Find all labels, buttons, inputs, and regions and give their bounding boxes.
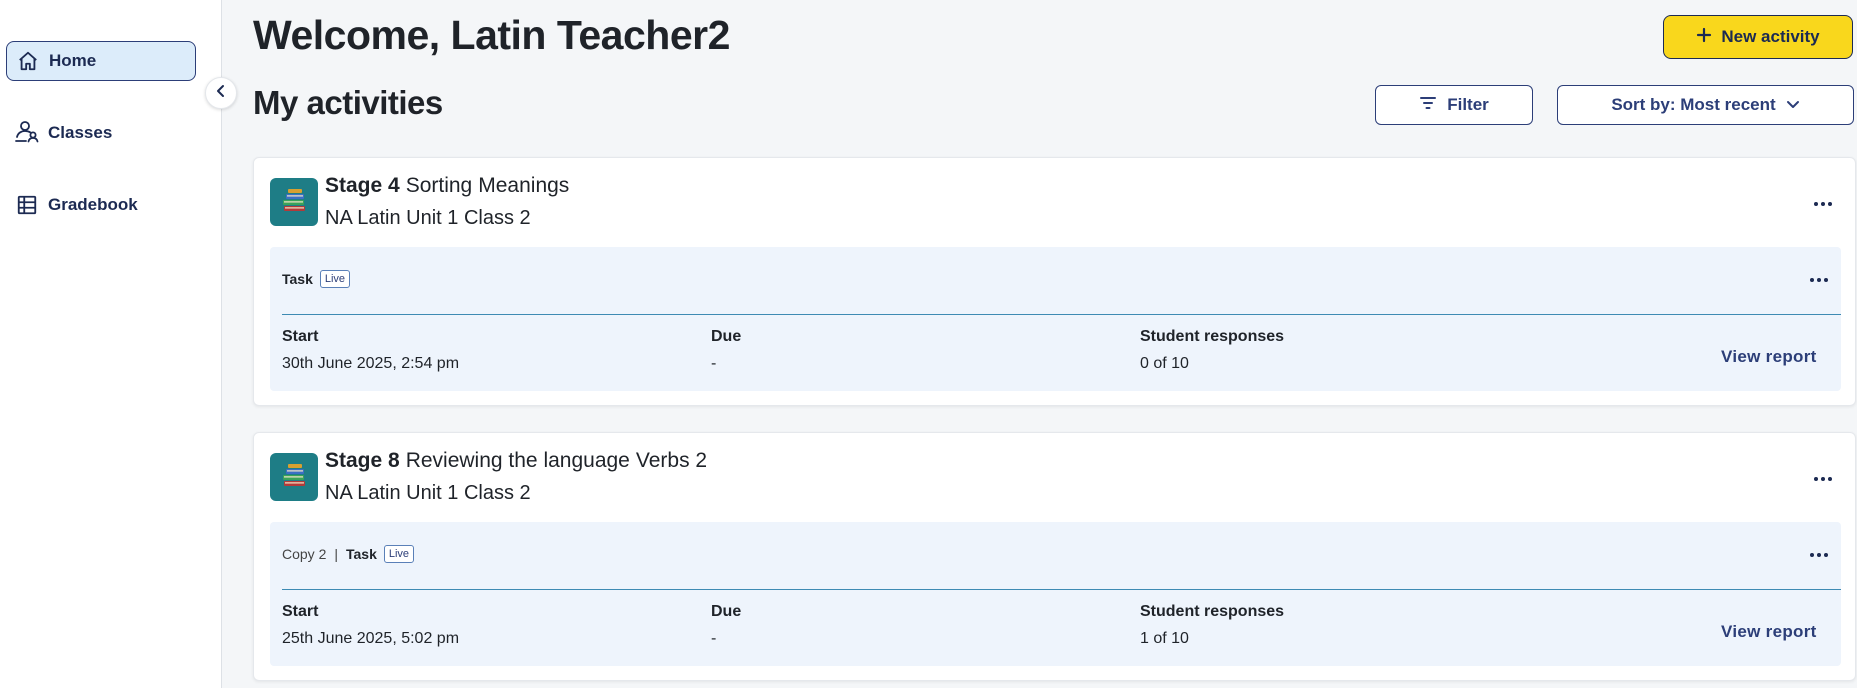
divider — [282, 314, 1841, 315]
main-content: Welcome, Latin Teacher2 New activity My … — [223, 0, 1857, 688]
classes-icon — [14, 120, 40, 146]
responses-column: Student responses 1 of 10 — [1140, 603, 1284, 648]
due-label: Due — [711, 328, 742, 345]
view-report-link[interactable]: View report — [1721, 622, 1817, 642]
activity-stage: Stage 4 — [325, 174, 400, 197]
sidebar-item-label: Classes — [48, 123, 113, 142]
sidebar-item-label: Gradebook — [48, 195, 138, 214]
activity-thumbnail — [270, 178, 318, 226]
sidebar-item-home[interactable]: Home — [6, 41, 196, 81]
start-value: 25th June 2025, 5:02 pm — [282, 630, 460, 647]
chevron-left-icon — [214, 84, 228, 103]
activity-card: Stage 8 Reviewing the language Verbs 2 NA … — [253, 432, 1856, 681]
activity-thumbnail — [270, 453, 318, 501]
section-title: My activities — [253, 84, 443, 121]
activity-tagline: Copy 2 | Task Live — [282, 542, 415, 566]
status-badge: Live — [319, 270, 351, 288]
chevron-down-icon — [1786, 95, 1800, 115]
filter-button[interactable]: Filter — [1375, 85, 1533, 125]
activity-stage: Stage 8 — [325, 449, 400, 472]
start-column: Start 30th June 2025, 2:54 pm — [282, 328, 459, 373]
home-icon — [15, 48, 41, 74]
page-title: Welcome, Latin Teacher2 — [253, 12, 730, 58]
responses-value: 0 of 10 — [1140, 355, 1189, 372]
separator: | — [334, 546, 338, 562]
gradebook-icon — [14, 192, 40, 218]
activity-title: Stage 8 Reviewing the language Verbs 2 — [325, 449, 707, 473]
view-report-link[interactable]: View report — [1721, 347, 1817, 367]
activity-class-name: NA Latin Unit 1 Class 2 — [325, 207, 531, 229]
start-label: Start — [282, 328, 319, 345]
more-options-icon[interactable] — [1803, 268, 1835, 292]
activity-copy: Copy 2 — [282, 546, 327, 562]
activity-title: Stage 4 Sorting Meanings — [325, 174, 569, 198]
sidebar-item-label: Home — [49, 51, 97, 70]
activity-details: Copy 2 | Task Live Start 25th June 2025,… — [270, 522, 1841, 666]
activity-details: Task Live Start 30th June 2025, 2:54 pm … — [270, 247, 1841, 391]
books-icon — [279, 460, 309, 495]
start-column: Start 25th June 2025, 5:02 pm — [282, 603, 459, 648]
new-activity-button[interactable]: New activity — [1663, 15, 1853, 59]
filter-icon — [1419, 95, 1437, 116]
more-options-icon[interactable] — [1807, 467, 1839, 491]
new-activity-label: New activity — [1721, 27, 1820, 46]
divider — [282, 589, 1841, 590]
responses-column: Student responses 0 of 10 — [1140, 328, 1284, 373]
sidebar-item-classes[interactable]: Classes — [6, 113, 196, 153]
activity-class-name: NA Latin Unit 1 Class 2 — [325, 482, 531, 504]
responses-label: Student responses — [1140, 328, 1285, 345]
plus-icon — [1696, 27, 1712, 48]
activity-title-part: Verbs 2 — [635, 449, 708, 472]
responses-value: 1 of 10 — [1140, 630, 1189, 647]
sidebar: Home Classes Gradebook — [0, 0, 222, 688]
start-label: Start — [282, 603, 319, 620]
activity-title-part: Sorting — [405, 174, 473, 197]
activity-title-part: Meanings — [478, 174, 570, 197]
due-value: - — [711, 355, 717, 372]
activity-type: Task — [346, 546, 377, 562]
due-value: - — [711, 630, 717, 647]
activity-title-part: Reviewing the language — [405, 449, 630, 472]
activity-tagline: Task Live — [282, 267, 351, 291]
due-column: Due - — [711, 603, 741, 648]
status-badge: Live — [383, 545, 415, 563]
sort-dropdown[interactable]: Sort by: Most recent — [1557, 85, 1854, 125]
more-options-icon[interactable] — [1807, 192, 1839, 216]
more-options-icon[interactable] — [1803, 543, 1835, 567]
filter-label: Filter — [1447, 95, 1489, 114]
collapse-sidebar-button[interactable] — [205, 77, 237, 109]
sort-label: Sort by: Most recent — [1611, 95, 1776, 114]
books-icon — [279, 185, 309, 220]
activity-card: Stage 4 Sorting Meanings NA Latin Unit 1 C… — [253, 157, 1856, 406]
responses-label: Student responses — [1140, 603, 1285, 620]
activity-type: Task — [282, 271, 313, 287]
due-label: Due — [711, 603, 742, 620]
due-column: Due - — [711, 328, 741, 373]
start-value: 30th June 2025, 2:54 pm — [282, 355, 460, 372]
sidebar-item-gradebook[interactable]: Gradebook — [6, 185, 196, 225]
